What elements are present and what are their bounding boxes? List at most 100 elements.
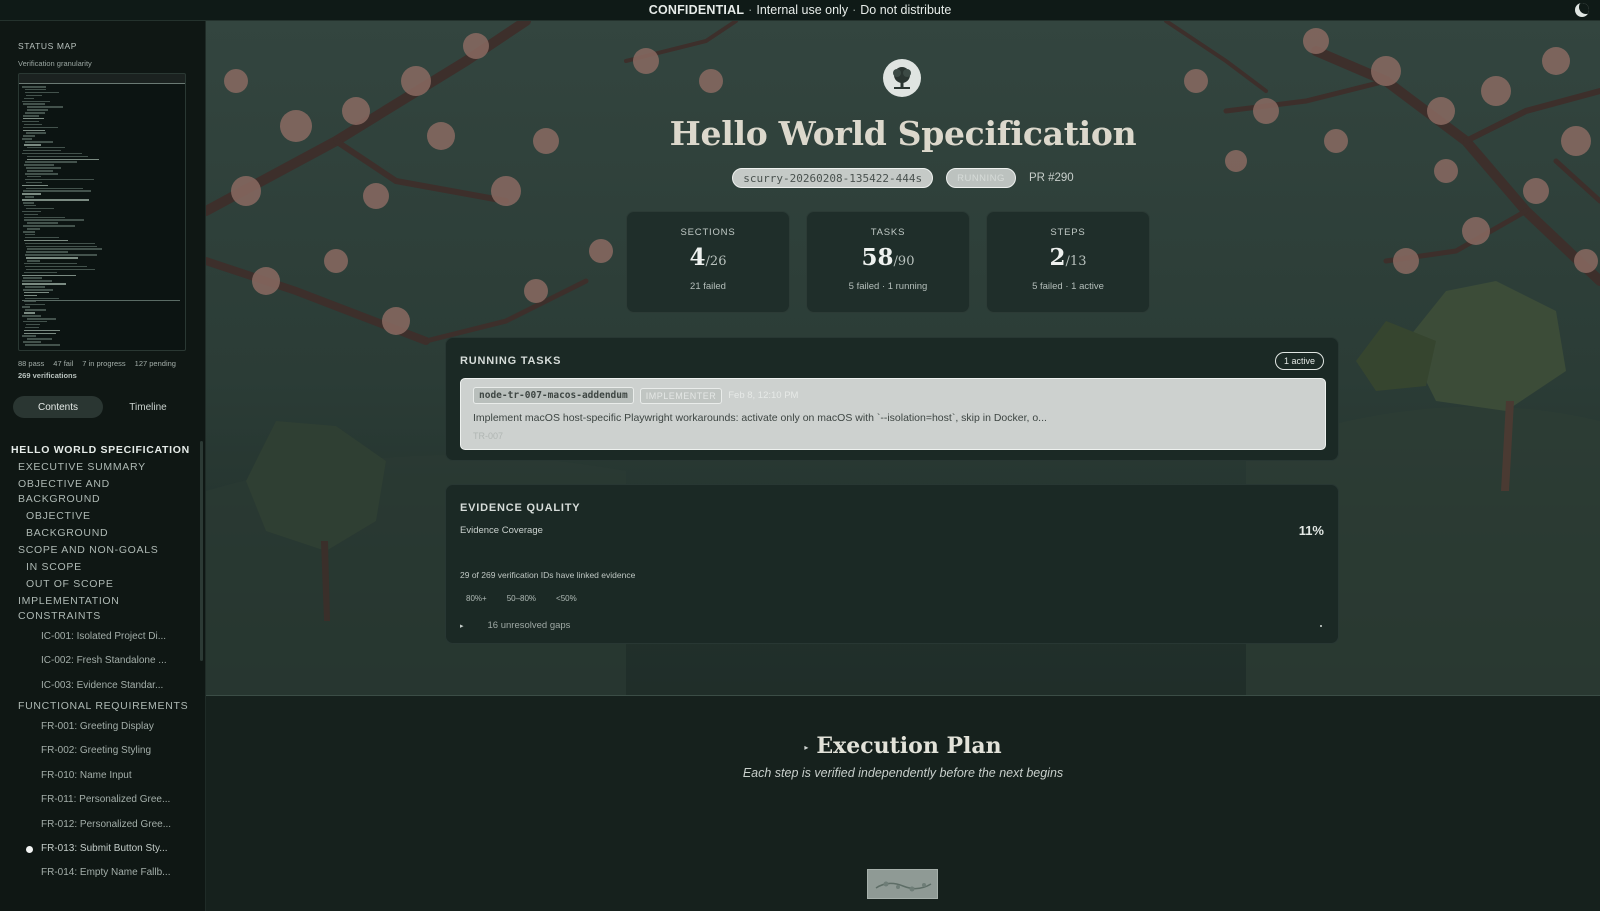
sidebar-view-toggle: Contents Timeline <box>13 396 193 418</box>
toc-functional-requirements[interactable]: FUNCTIONAL REQUIREMENTS <box>18 700 188 712</box>
minimap-line <box>25 91 59 94</box>
minimap-line <box>25 344 60 346</box>
minimap-line <box>26 251 68 253</box>
pr-link[interactable]: PR #290 <box>1029 172 1074 184</box>
minimap-line <box>26 268 95 271</box>
execution-plan-title: Execution Plan <box>816 733 1002 759</box>
minimap-line <box>22 306 30 308</box>
minimap-line <box>24 312 35 314</box>
unresolved-gaps-label: 16 unresolved gaps <box>487 620 571 631</box>
toc-ic-001[interactable]: IC-001: Isolated Project Di... <box>41 631 181 642</box>
toc-fr-014[interactable]: FR-014: Empty Name Fallb... <box>41 867 181 878</box>
toc-objective[interactable]: OBJECTIVE <box>26 510 91 522</box>
minimap-line <box>24 291 49 294</box>
toc-scope-and-non-goals[interactable]: SCOPE AND NON-GOALS <box>18 544 159 556</box>
minimap-viewport[interactable] <box>19 74 185 84</box>
toc-fr-002[interactable]: FR-002: Greeting Styling <box>41 745 181 756</box>
toc-ic-003[interactable]: IC-003: Evidence Standar... <box>41 680 181 691</box>
toc-fr-013[interactable]: FR-013: Submit Button Sty... <box>41 843 181 854</box>
minimap-line <box>23 103 45 105</box>
toc-in-scope[interactable]: IN SCOPE <box>26 561 82 573</box>
toc-objective-and-background-line2[interactable]: BACKGROUND <box>18 493 100 505</box>
minimap-line <box>23 202 34 204</box>
minimap-line <box>22 120 39 123</box>
in-progress-count: 7 in progress <box>82 359 126 368</box>
minimap-line <box>25 161 77 163</box>
minimap-line <box>27 318 56 320</box>
minimap-line <box>25 88 46 91</box>
moon-icon[interactable] <box>1575 3 1589 17</box>
minimap-line <box>24 216 65 219</box>
task-node-id: node-tr-007-macos-addendum <box>473 387 634 404</box>
minimap-line <box>24 97 34 100</box>
toc-objective-and-background[interactable]: OBJECTIVE AND <box>18 478 110 490</box>
minimap-line <box>25 236 59 239</box>
minimap-line <box>22 199 89 201</box>
minimap-line <box>23 149 61 152</box>
execution-plan-heading[interactable]: ▸ Execution Plan <box>206 733 1600 759</box>
legend-low: <50% <box>556 594 577 603</box>
confidential-label: CONFIDENTIAL <box>648 3 745 17</box>
minimap-line <box>24 204 36 207</box>
minimap-line <box>24 144 41 146</box>
tree-logo-icon <box>883 59 921 97</box>
task-description: Implement macOS host-specific Playwright… <box>473 412 1047 424</box>
minimap-line <box>23 126 58 129</box>
minimap-line <box>25 112 45 114</box>
status-minimap[interactable] <box>18 73 186 351</box>
minimap-line <box>26 94 42 97</box>
unresolved-gaps-toggle[interactable]: ▸ 16 unresolved gaps <box>460 620 570 631</box>
minimap-line <box>27 338 52 340</box>
minimap-line <box>25 326 39 329</box>
pass-count: 88 pass <box>18 359 45 368</box>
minimap-line <box>22 315 41 317</box>
sidebar-scrollbar[interactable] <box>200 441 203 661</box>
toc-executive-summary[interactable]: EXECUTIVE SUMMARY <box>18 461 146 473</box>
tasks-stat-card: TASKS 58/90 5 failed · 1 running <box>806 211 970 313</box>
run-id-pill[interactable]: scurry-20260208-135422-444s <box>732 168 934 188</box>
running-tasks-panel: RUNNING TASKS 1 active node-tr-007-macos… <box>445 337 1339 461</box>
minimap-line <box>22 193 41 195</box>
running-tasks-title: RUNNING TASKS <box>460 355 562 367</box>
sections-label: SECTIONS <box>680 227 736 238</box>
minimap-line <box>24 332 56 335</box>
toc-fr-001[interactable]: FR-001: Greeting Display <box>41 721 181 732</box>
toc-hello-world-specification[interactable]: HELLO WORLD SPECIFICATION <box>11 444 190 456</box>
toc-implementation-constraints-line2[interactable]: CONSTRAINTS <box>18 610 101 622</box>
minimap-line <box>22 86 46 88</box>
tasks-value: 58/90 <box>807 244 969 271</box>
toc-background[interactable]: BACKGROUND <box>26 527 108 539</box>
minimap-line <box>23 129 45 132</box>
toc-out-of-scope[interactable]: OUT OF SCOPE <box>26 578 114 590</box>
tasks-total: /90 <box>893 254 915 269</box>
minimap-line <box>25 254 97 256</box>
tasks-detail: 5 failed · 1 running <box>848 281 928 292</box>
running-task-card[interactable]: node-tr-007-macos-addendum IMPLEMENTER F… <box>460 378 1326 450</box>
minimap-line <box>25 242 95 245</box>
status-map-stats: 88 pass 47 fail 7 in progress 127 pendin… <box>18 359 176 368</box>
minimap-line <box>23 231 35 233</box>
tasks-label: TASKS <box>870 227 906 238</box>
toc-implementation-constraints[interactable]: IMPLEMENTATION <box>18 595 120 607</box>
toc-ic-002[interactable]: IC-002: Fresh Standalone ... <box>41 655 181 666</box>
banner-separator: · <box>748 3 753 17</box>
tab-contents[interactable]: Contents <box>13 396 103 418</box>
minimap-line <box>27 260 40 262</box>
status-map-title: STATUS MAP <box>18 41 78 51</box>
collapse-arrow-icon: ▸ <box>804 742 809 752</box>
active-count-badge: 1 active <box>1274 352 1324 370</box>
minimap-line <box>23 289 53 291</box>
minimap-line <box>25 286 45 288</box>
page-title: Hello World Specification <box>669 114 1137 153</box>
sections-value: 4/26 <box>627 244 789 271</box>
floral-image <box>867 869 938 899</box>
minimap-line <box>24 271 57 274</box>
tab-timeline[interactable]: Timeline <box>103 396 193 418</box>
minimap-line <box>25 309 46 311</box>
minimap-line <box>24 262 77 265</box>
minimap-line <box>26 207 54 210</box>
toc-fr-010[interactable]: FR-010: Name Input <box>41 770 181 781</box>
toc-fr-011[interactable]: FR-011: Personalized Gree... <box>41 794 181 805</box>
main-content: Hello World Specification scurry-2026020… <box>206 21 1600 911</box>
toc-fr-012[interactable]: FR-012: Personalized Gree... <box>41 819 181 830</box>
